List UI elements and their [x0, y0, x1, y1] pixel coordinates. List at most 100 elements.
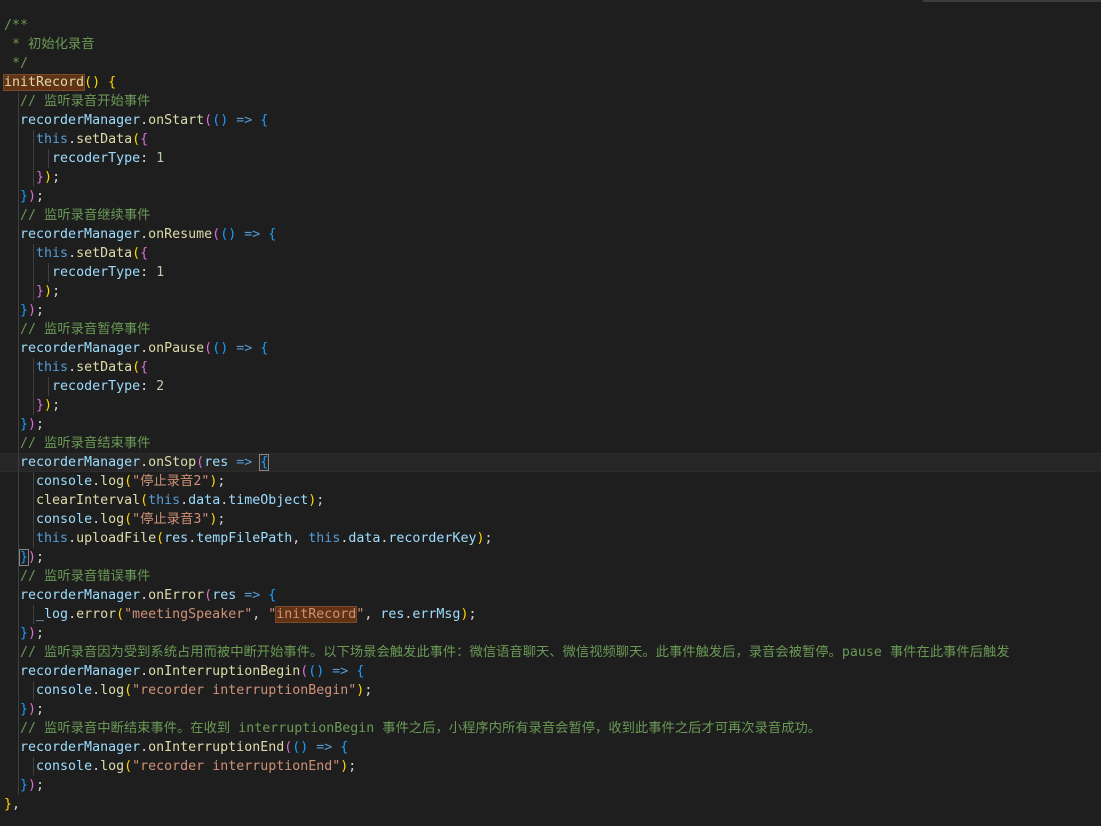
code-token: () [84, 75, 101, 90]
code-token: /** [4, 18, 29, 33]
code-line[interactable]: // 监听录音错误事件 [0, 567, 1101, 586]
code-line[interactable]: }); [0, 776, 1101, 795]
code-line[interactable]: /** [0, 16, 1101, 35]
code-token: console [36, 512, 93, 527]
code-token: { [268, 227, 277, 242]
code-line[interactable]: recorderManager.onPause(() => { [0, 339, 1101, 358]
code-token: { [108, 75, 117, 90]
code-token: => [244, 227, 261, 242]
code-token: ) [28, 417, 37, 432]
code-token: } [36, 398, 45, 413]
code-line[interactable]: }); [0, 415, 1101, 434]
code-token: ) [28, 189, 37, 204]
code-token: "meetingSpeaker" [124, 607, 253, 622]
code-line[interactable]: recorderManager.onError(res => { [0, 586, 1101, 605]
code-token: onResume [148, 227, 213, 242]
code-line[interactable]: this.setData({ [0, 358, 1101, 377]
indent-guide [18, 757, 19, 776]
code-token: recorderManager [20, 455, 141, 470]
code-line[interactable]: recorderManager.onStop(res => { [0, 453, 1101, 472]
code-token: ( [156, 531, 165, 546]
code-token: => [236, 113, 253, 128]
code-token: . [92, 512, 101, 527]
code-line[interactable]: this.setData({ [0, 244, 1101, 263]
code-line[interactable]: // 监听录音暂停事件 [0, 320, 1101, 339]
code-line[interactable]: }); [0, 187, 1101, 206]
indent-guide [18, 149, 19, 168]
code-line[interactable]: // 监听录音因为受到系统占用而被中断开始事件。以下场景会触发此事件：微信语音聊… [0, 643, 1101, 662]
code-token: // 监听录音继续事件 [20, 208, 151, 223]
code-line[interactable]: console.log("recorder interruptionBegin"… [0, 681, 1101, 700]
code-token: () [212, 113, 229, 128]
code-token: , [364, 607, 381, 622]
indent-guide [33, 149, 34, 168]
code-line[interactable]: recoderType: 1 [0, 263, 1101, 282]
code-token: . [68, 132, 77, 147]
code-token: initRecord [2, 74, 86, 91]
indent-guide [33, 510, 34, 529]
code-line[interactable]: console.log("停止录音3"); [0, 510, 1101, 529]
code-token: uploadFile [76, 531, 157, 546]
code-token: . [140, 455, 149, 470]
code-line[interactable]: }); [0, 700, 1101, 719]
code-line[interactable]: console.log("停止录音2"); [0, 472, 1101, 491]
code-line[interactable]: recorderManager.onInterruptionEnd(() => … [0, 738, 1101, 757]
indent-guide [18, 605, 19, 624]
code-token: : [140, 265, 157, 280]
code-line[interactable]: this.uploadFile(res.tempFilePath, this.d… [0, 529, 1101, 548]
code-line[interactable]: recorderManager.onStart(() => { [0, 111, 1101, 130]
code-line[interactable]: // 监听录音开始事件 [0, 92, 1101, 111]
indent-guide [18, 339, 19, 358]
indent-guide [18, 130, 19, 149]
code-token: ; [36, 303, 45, 318]
code-token: . [92, 683, 101, 698]
code-line[interactable]: }); [0, 396, 1101, 415]
code-line[interactable]: recoderType: 2 [0, 377, 1101, 396]
code-editor[interactable]: /** * 初始化录音 */initRecord() { // 监听录音开始事件… [0, 16, 1101, 814]
code-token: ) [28, 778, 37, 793]
code-token: ; [36, 778, 45, 793]
code-token: res [212, 588, 237, 603]
code-line[interactable]: }); [0, 624, 1101, 643]
code-line[interactable]: _log.error("meetingSpeaker", "initRecord… [0, 605, 1101, 624]
code-line[interactable]: // 监听录音结束事件 [0, 434, 1101, 453]
code-line[interactable]: console.log("recorder interruptionEnd"); [0, 757, 1101, 776]
indent-guide [18, 168, 19, 187]
code-line[interactable]: }); [0, 548, 1101, 567]
indent-guide [33, 396, 34, 415]
code-line[interactable]: * 初始化录音 [0, 35, 1101, 54]
code-token: ; [364, 683, 373, 698]
code-line[interactable]: clearInterval(this.data.timeObject); [0, 491, 1101, 510]
code-line[interactable]: */ [0, 54, 1101, 73]
code-token: } [20, 626, 29, 641]
code-token: ( [140, 493, 149, 508]
code-line[interactable]: this.setData({ [0, 130, 1101, 149]
code-line[interactable]: }); [0, 282, 1101, 301]
code-token: () [220, 227, 237, 242]
code-line[interactable]: recorderManager.onResume(() => { [0, 225, 1101, 244]
code-line[interactable]: }, [0, 795, 1101, 814]
code-line[interactable]: // 监听录音继续事件 [0, 206, 1101, 225]
code-line[interactable]: // 监听录音中断结束事件。在收到 interruptionBegin 事件之后… [0, 719, 1101, 738]
code-token: errMsg [412, 607, 461, 622]
code-line[interactable]: recorderManager.onInterruptionBegin(() =… [0, 662, 1101, 681]
code-line[interactable]: initRecord() { [0, 73, 1101, 92]
code-token: } [4, 797, 13, 812]
indent-guide [18, 396, 19, 415]
indent-guide [18, 206, 19, 225]
code-line[interactable]: recoderType: 1 [0, 149, 1101, 168]
indent-guide [18, 434, 19, 453]
code-line[interactable]: }); [0, 168, 1101, 187]
indent-guide [18, 415, 19, 434]
code-line[interactable]: }); [0, 301, 1101, 320]
code-token: ( [212, 227, 221, 242]
code-token: console [36, 474, 93, 489]
code-token: ) [28, 303, 37, 318]
indent-guide [18, 244, 19, 263]
